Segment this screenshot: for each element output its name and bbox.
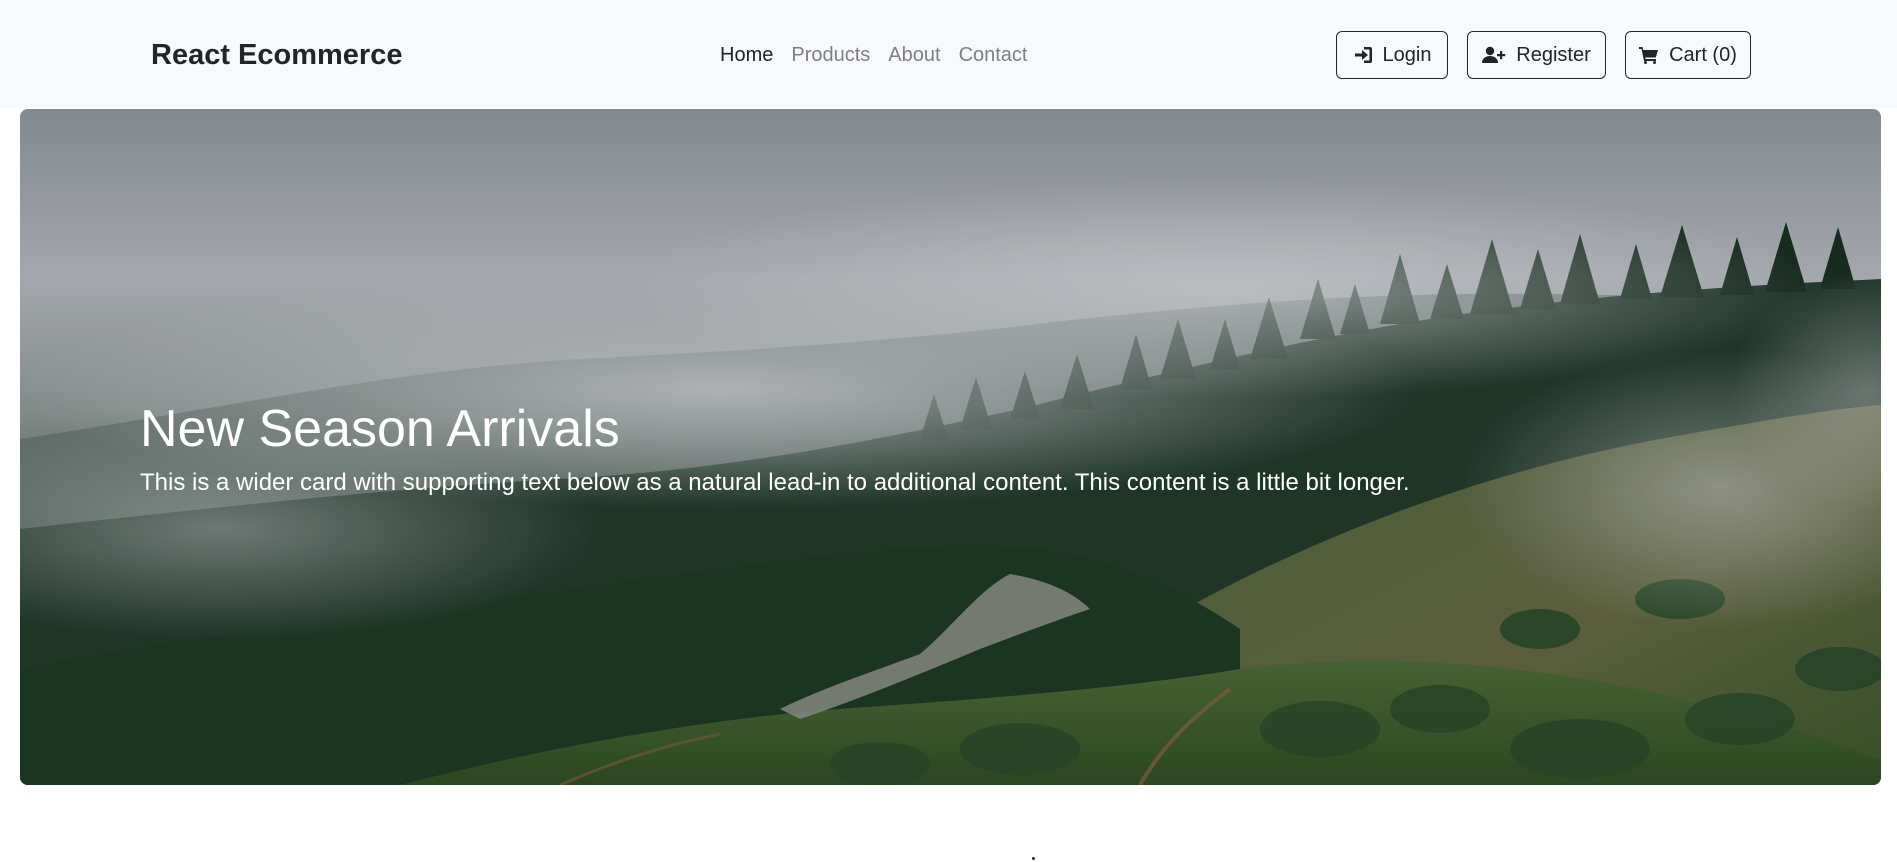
- user-plus-icon: [1482, 46, 1506, 64]
- nav-links: Home Products About Contact: [720, 42, 1046, 68]
- login-button[interactable]: Login: [1336, 31, 1448, 79]
- nav-link-products[interactable]: Products: [791, 42, 870, 68]
- hero-title: New Season Arrivals: [140, 400, 620, 458]
- cart-button[interactable]: Cart (0): [1625, 31, 1751, 79]
- navbar: React Ecommerce Home Products About Cont…: [0, 0, 1897, 108]
- nav-link-home[interactable]: Home: [720, 42, 773, 68]
- hero-text: This is a wider card with supporting tex…: [140, 469, 1410, 496]
- sign-in-icon: [1353, 46, 1373, 64]
- register-label: Register: [1516, 43, 1591, 66]
- nav-link-contact[interactable]: Contact: [959, 42, 1028, 68]
- hero-card: New Season Arrivals This is a wider card…: [20, 109, 1881, 785]
- brand-logo[interactable]: React Ecommerce: [151, 36, 402, 74]
- cart-label: Cart (0): [1669, 43, 1737, 66]
- nav-link-about[interactable]: About: [888, 42, 940, 68]
- login-label: Login: [1382, 43, 1432, 66]
- shopping-cart-icon: [1639, 46, 1659, 64]
- content-start-marker: [1032, 857, 1035, 860]
- register-button[interactable]: Register: [1467, 31, 1606, 79]
